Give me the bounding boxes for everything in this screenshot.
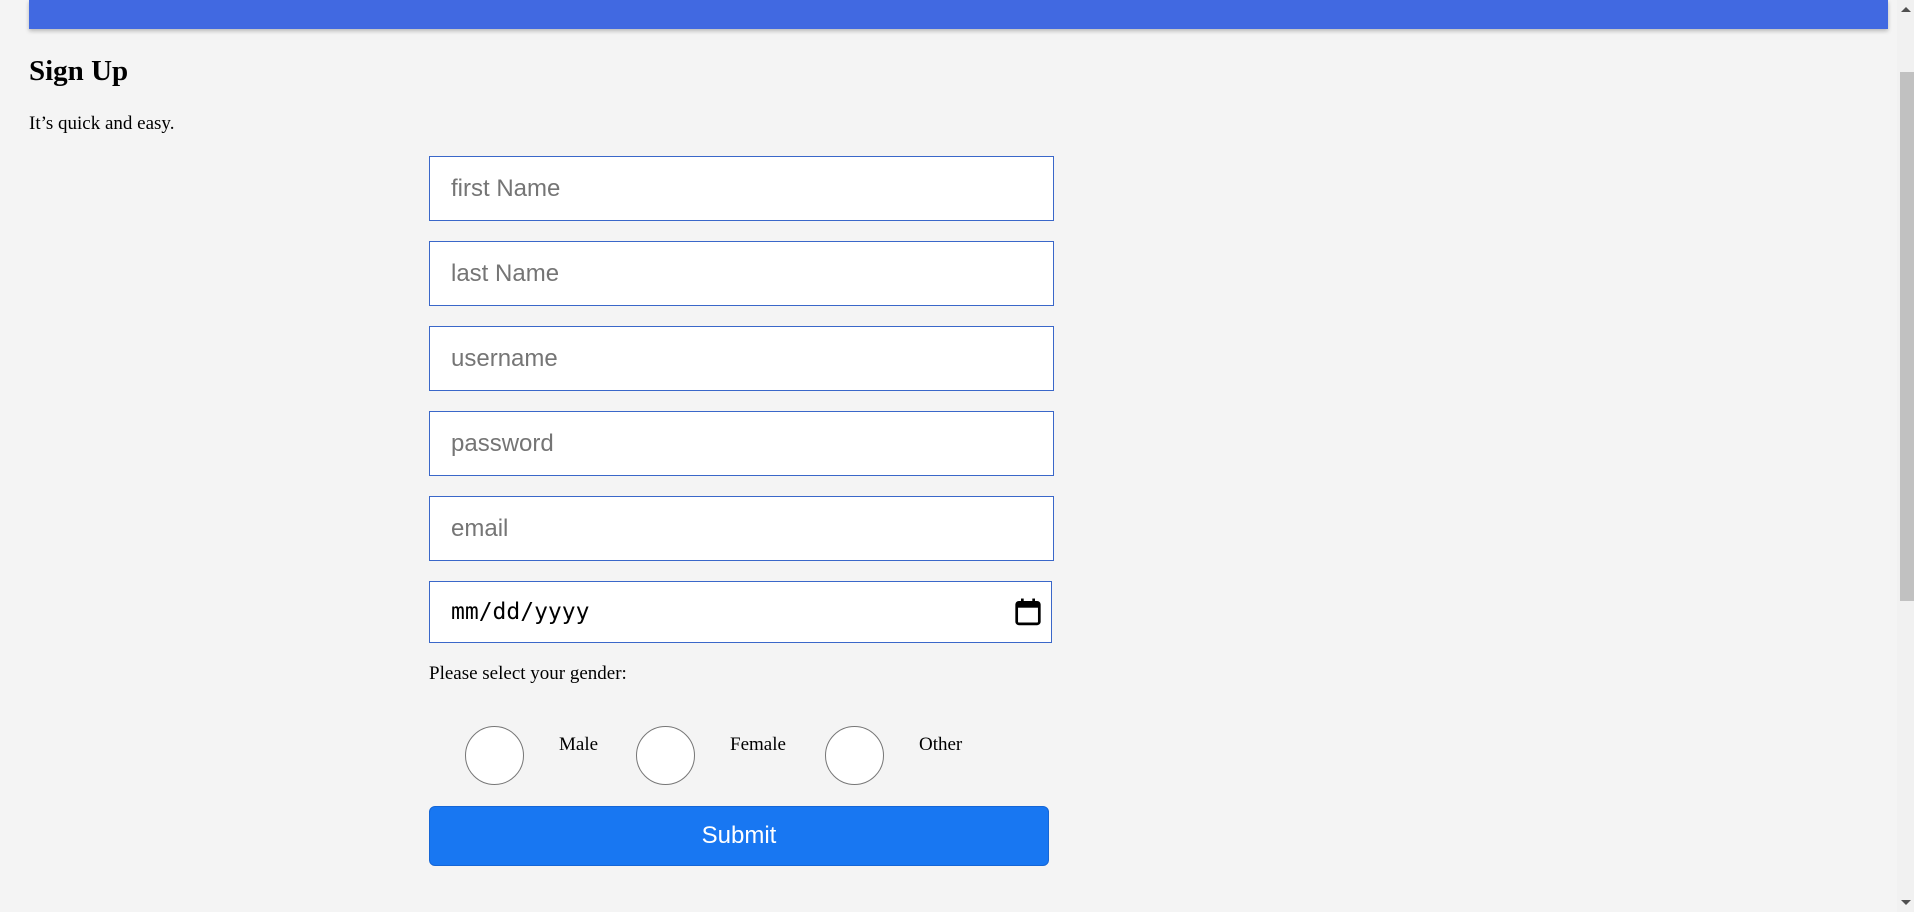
scroll-up-arrow-icon[interactable] bbox=[1901, 7, 1911, 12]
date-placeholder: mm/dd/yyyy bbox=[451, 599, 590, 625]
gender-radio-female[interactable] bbox=[636, 726, 695, 785]
scroll-thumb[interactable] bbox=[1900, 72, 1914, 601]
last-name-input[interactable] bbox=[429, 241, 1054, 306]
email-input[interactable] bbox=[429, 496, 1054, 561]
gender-radio-male[interactable] bbox=[465, 726, 524, 785]
submit-button[interactable]: Submit bbox=[429, 806, 1049, 866]
gender-prompt: Please select your gender: bbox=[429, 663, 627, 684]
gender-label-male: Male bbox=[559, 734, 599, 755]
gender-label-other: Other bbox=[919, 734, 963, 755]
password-input[interactable] bbox=[429, 411, 1054, 476]
gender-label-female: Female bbox=[730, 734, 786, 755]
username-input[interactable] bbox=[429, 326, 1054, 391]
gender-radio-other[interactable] bbox=[825, 726, 884, 785]
scroll-down-arrow-icon[interactable] bbox=[1901, 900, 1911, 905]
first-name-input[interactable] bbox=[429, 156, 1054, 221]
calendar-icon[interactable] bbox=[1015, 598, 1041, 626]
birthdate-input[interactable]: mm/dd/yyyy bbox=[429, 581, 1052, 643]
page-subtitle: It’s quick and easy. bbox=[29, 113, 175, 134]
vertical-scrollbar[interactable] bbox=[1897, 0, 1914, 912]
top-header-bar bbox=[29, 0, 1888, 29]
page-title: Sign Up bbox=[29, 55, 129, 87]
